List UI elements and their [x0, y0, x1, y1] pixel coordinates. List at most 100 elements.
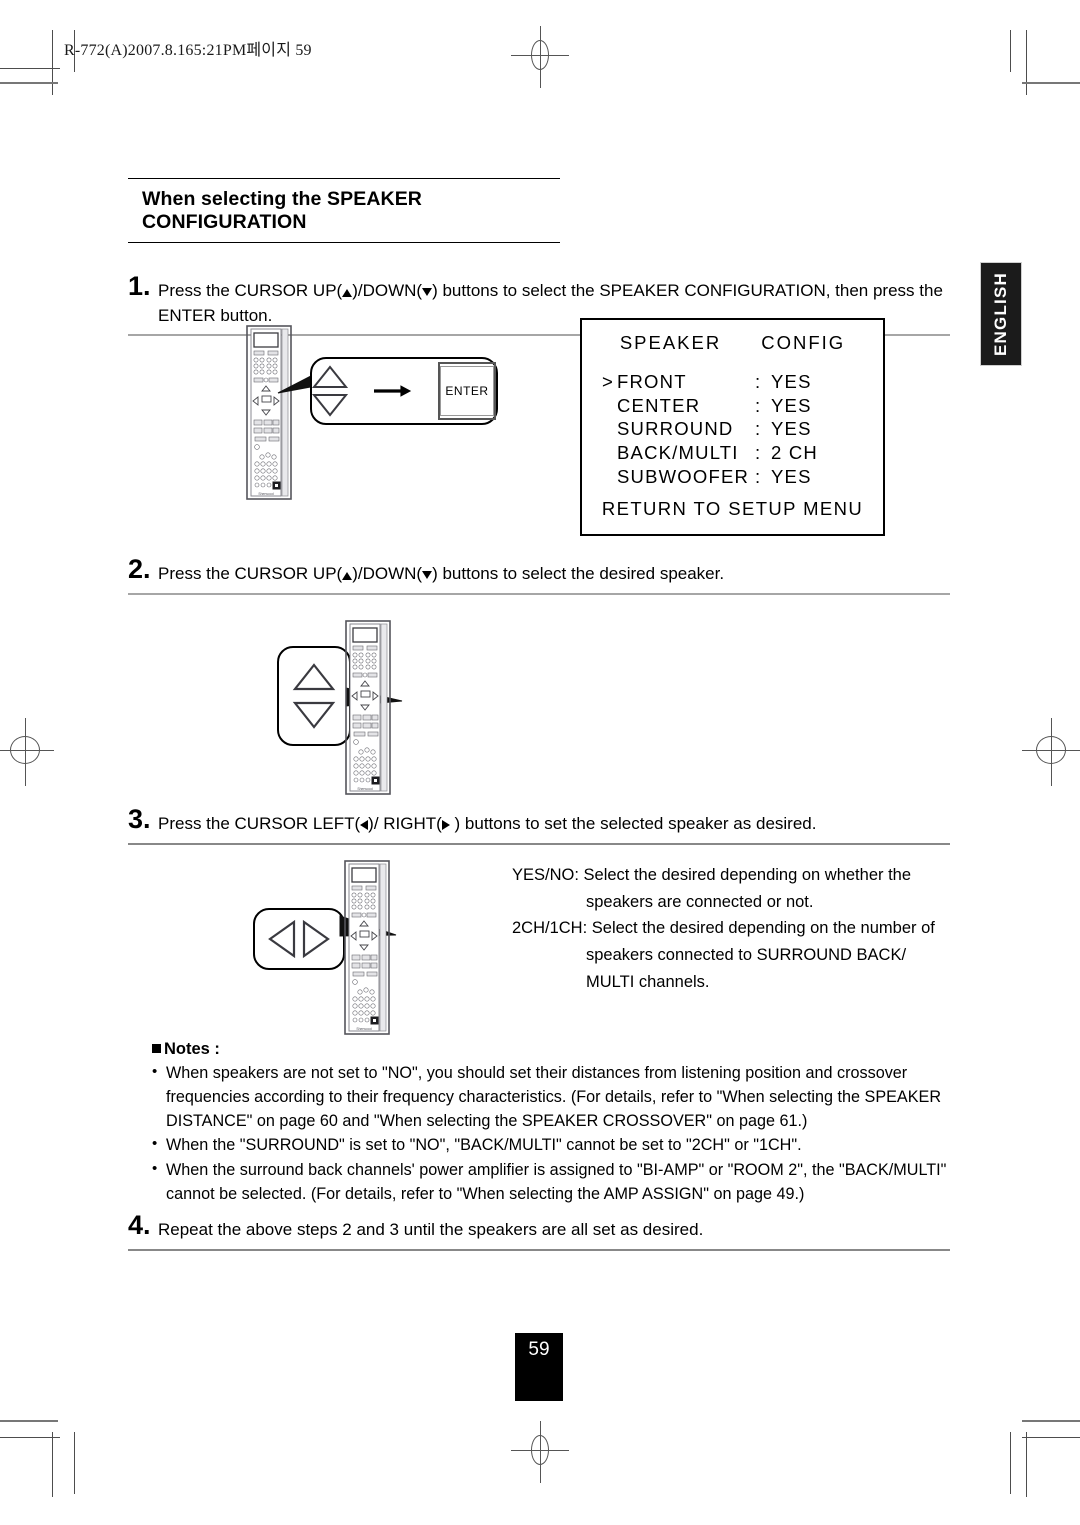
crop-mark-bottom-left-h2 [0, 1437, 60, 1438]
yesno-line-2: speakers are connected or not. [586, 892, 814, 911]
cursor-down-icon [422, 571, 433, 579]
osd-row-front[interactable]: > FRONT : YES [602, 370, 883, 394]
callout-box-step3 [253, 908, 345, 970]
osd-value: YES [771, 394, 812, 416]
notes-heading: Notes : [152, 1040, 952, 1059]
remote-control-step3: Sherwood [344, 860, 390, 1035]
step-4-number: 4. [128, 1210, 151, 1240]
remote-control-step2: Sherwood [345, 620, 391, 795]
osd-label: SURROUND [617, 418, 734, 440]
page-title: When selecting the SPEAKER CONFIGURATION [128, 178, 560, 243]
step-3-text-c: ) buttons to set the selected speaker as… [449, 814, 817, 833]
proof-header-text: R-772(A)2007.8.165:21PM페이지 59 [64, 42, 312, 59]
cursor-up-triangle-icon [312, 365, 348, 388]
cursor-left-triangle-icon [268, 919, 296, 959]
osd-label: BACK/MULTI [617, 442, 739, 464]
registration-mark-bottom [505, 1415, 575, 1485]
enter-button-label: ENTER [445, 384, 489, 398]
arrow-right-icon [374, 385, 412, 397]
step-3: 3. Press the CURSOR LEFT()/ RIGHT( ) but… [128, 806, 950, 845]
osd-selection-caret-icon [602, 465, 617, 489]
step-3-rule [128, 842, 950, 845]
step-3-text: Press the CURSOR LEFT()/ RIGHT( ) button… [158, 806, 950, 837]
page-number-badge: 59 [515, 1333, 563, 1401]
language-tab-english: ENGLISH [980, 262, 1022, 366]
crop-mark-top-left-h [0, 68, 60, 69]
step-3-option-description: YES/NO: Select the desired depending on … [512, 862, 952, 996]
cursor-down-icon [422, 288, 433, 296]
osd-row-back-multi[interactable]: BACK/MULTI : 2 CH [602, 441, 883, 465]
chsel-line-2: speakers connected to SURROUND BACK/ [586, 946, 907, 965]
step-3-text-b: )/ RIGHT( [368, 814, 442, 833]
notes-section: Notes : When speakers are not set to "NO… [152, 1040, 952, 1207]
callout-box-step2 [277, 646, 351, 746]
crop-mark-bottom-left-v [52, 1432, 53, 1497]
step-2-text: Press the CURSOR UP()/DOWN() buttons to … [158, 556, 950, 587]
registration-mark-left [0, 712, 62, 786]
cursor-right-triangle-icon [302, 919, 330, 959]
osd-colon: : [755, 442, 762, 464]
note-item: When speakers are not set to "NO", you s… [152, 1061, 952, 1133]
registration-mark-right [1018, 712, 1080, 786]
crop-mark-top-right-h [1022, 82, 1080, 84]
page-edge-right-bottom [1010, 1432, 1011, 1494]
osd-selection-caret-icon [602, 417, 617, 441]
osd-row-surround[interactable]: SURROUND : YES [602, 417, 883, 441]
osd-return-to-setup-menu[interactable]: RETURN TO SETUP MENU [582, 498, 883, 520]
osd-speaker-config-screen: SPEAKER CONFIG > FRONT : YES CENTER : YE… [580, 318, 885, 536]
chsel-line-1: 2CH/1CH: Select the desired depending on… [512, 919, 935, 938]
osd-value: 2 CH [771, 442, 818, 464]
step-4-text: Repeat the above steps 2 and 3 until the… [158, 1220, 704, 1239]
registration-mark-top [505, 20, 575, 90]
cursor-right-icon [441, 820, 450, 830]
notes-heading-label: Notes : [164, 1040, 220, 1058]
osd-title-left: SPEAKER [619, 332, 722, 353]
note-item: When the surround back channels' power a… [152, 1158, 952, 1207]
chsel-line-3: MULTI channels. [586, 972, 710, 991]
osd-value: YES [771, 418, 812, 440]
step-2: 2. Press the CURSOR UP()/DOWN() buttons … [128, 556, 950, 595]
cursor-left-icon [360, 820, 369, 830]
crop-mark-top-right-v2 [1010, 30, 1011, 72]
osd-title-right: CONFIG [761, 332, 846, 353]
crop-mark-bottom-right-v [1026, 1432, 1027, 1497]
crop-mark-bottom-left-h [0, 1420, 58, 1422]
note-item: When the "SURROUND" is set to "NO", "BAC… [152, 1133, 952, 1158]
crop-mark-top-left-h2 [0, 82, 58, 84]
step-2-rule [128, 592, 950, 595]
cursor-up-down-group [312, 365, 348, 417]
cursor-up-triangle-icon [292, 663, 336, 691]
step-2-text-b: )/DOWN( [352, 564, 423, 583]
osd-value: YES [771, 465, 812, 487]
svg-text:Sherwood: Sherwood [357, 787, 372, 791]
osd-row-center[interactable]: CENTER : YES [602, 394, 883, 418]
crop-mark-top-right-v [1026, 30, 1027, 95]
osd-value: YES [771, 371, 812, 392]
step-2-text-c: ) buttons to select the desired speaker. [432, 564, 725, 583]
manual-page: R-772(A)2007.8.165:21PM페이지 59 ENGLISH Wh… [0, 0, 1080, 1525]
notes-bullet-square-icon [152, 1044, 161, 1053]
osd-colon: : [755, 394, 762, 416]
svg-text:Sherwood: Sherwood [258, 492, 273, 496]
step-4: 4. Repeat the above steps 2 and 3 until … [128, 1212, 950, 1251]
step-1-text-b: )/DOWN( [352, 281, 423, 300]
osd-row-subwoofer[interactable]: SUBWOOFER : YES [602, 465, 883, 489]
remote-control-step1: Sherwood [246, 325, 292, 500]
yesno-line-1: YES/NO: Select the desired depending on … [512, 866, 912, 884]
step-1-number: 1. [128, 271, 151, 301]
osd-selection-caret-icon: > [602, 371, 615, 392]
osd-colon: : [755, 371, 762, 392]
svg-text:Sherwood: Sherwood [356, 1027, 371, 1031]
osd-label: FRONT [617, 371, 687, 392]
cursor-down-triangle-icon [292, 701, 336, 729]
step-3-number: 3. [128, 804, 151, 834]
callout-box-step1: ENTER [310, 357, 498, 425]
cursor-up-icon [342, 289, 353, 297]
crop-mark-top-left-v [52, 30, 53, 95]
crop-mark-bottom-right-h2 [1022, 1437, 1080, 1438]
osd-colon: : [755, 465, 762, 487]
crop-mark-bottom-right-h [1022, 1420, 1080, 1422]
osd-row-list: > FRONT : YES CENTER : YES SURROUND : YE… [582, 370, 883, 488]
language-tab-label: ENGLISH [991, 272, 1010, 356]
enter-button[interactable]: ENTER [438, 362, 496, 420]
